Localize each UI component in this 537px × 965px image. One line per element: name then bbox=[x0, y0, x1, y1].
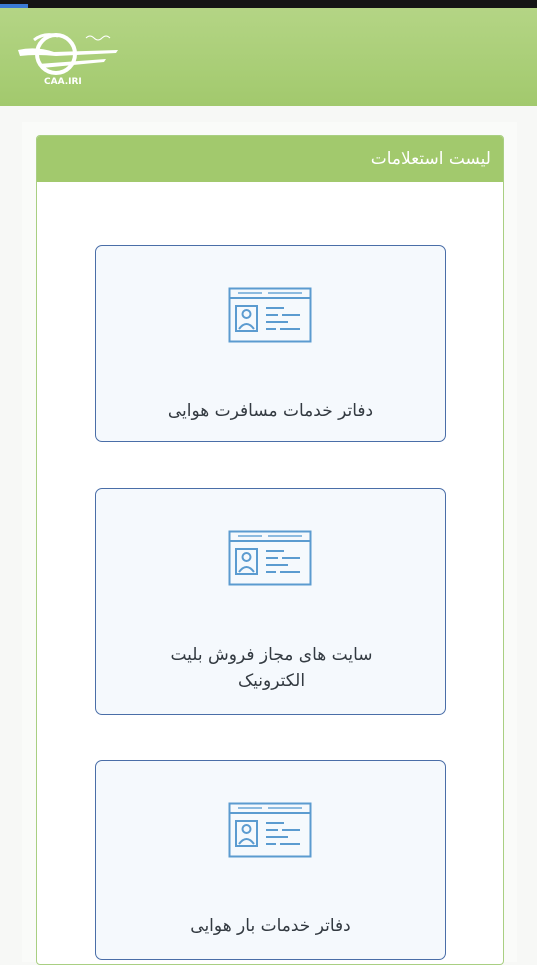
status-bar bbox=[0, 0, 537, 8]
tile-label: دفاتر خدمات بار هوایی bbox=[190, 916, 351, 936]
logo-text: CAA.IRI bbox=[44, 77, 82, 87]
inquiry-list-card: لیست استعلامات دفاتر خدمات مسافرت هوایی bbox=[36, 135, 504, 965]
inquiry-list-title: لیست استعلامات bbox=[37, 136, 503, 182]
tile-label: دفاتر خدمات مسافرت هوایی bbox=[167, 401, 374, 421]
id-card-icon bbox=[228, 530, 312, 586]
caa-logo[interactable]: CAA.IRI bbox=[14, 26, 124, 88]
id-card-icon bbox=[228, 287, 312, 343]
tile-label: سایت های مجاز فروش بلیت الکترونیک bbox=[170, 645, 373, 691]
app-header: CAA.IRI bbox=[0, 8, 537, 106]
tile-air-travel-offices[interactable]: دفاتر خدمات مسافرت هوایی bbox=[95, 245, 446, 442]
tile-authorized-ticket-sites[interactable]: سایت های مجاز فروش بلیت الکترونیک bbox=[95, 488, 446, 715]
id-card-icon bbox=[228, 802, 312, 858]
tile-air-cargo-offices[interactable]: دفاتر خدمات بار هوایی bbox=[95, 760, 446, 960]
